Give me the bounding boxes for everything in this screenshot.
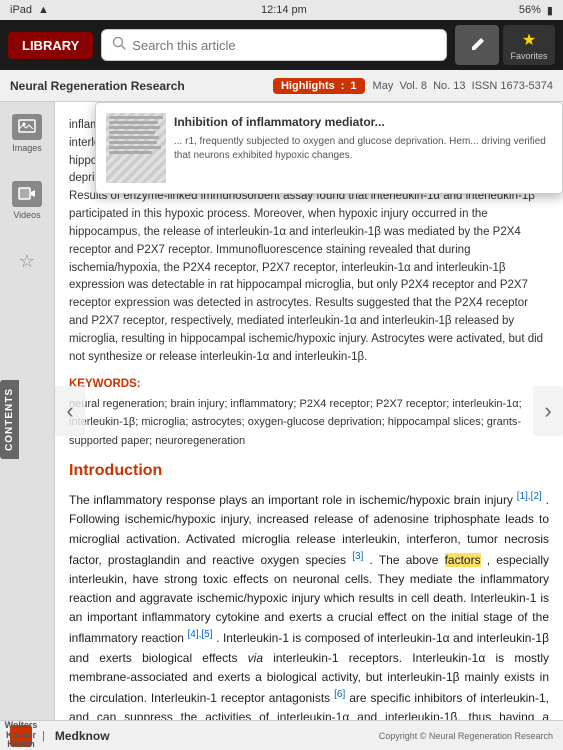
journal-meta: May Vol. 8 No. 13 ISSN 1673-5374: [373, 80, 553, 92]
journal-title: Neural Regeneration Research: [10, 79, 265, 93]
keywords-section: KEYWORDS: neural regeneration; brain inj…: [69, 374, 549, 449]
popup-title: Inhibition of inflammatory mediator...: [174, 113, 552, 131]
status-time: 12:14 pm: [261, 4, 307, 16]
top-bar: LIBRARY ★ Favorites: [0, 20, 563, 70]
cite-2[interactable]: [3]: [352, 551, 363, 562]
contents-tab[interactable]: CONTENTS: [0, 380, 19, 459]
intro-title: Introduction: [69, 459, 549, 483]
popup-body: ... r1, frequently subjected to oxygen a…: [174, 135, 552, 163]
sidebar-star-button[interactable]: ☆: [8, 244, 46, 278]
popup-card[interactable]: Inhibition of inflammatory mediator... .…: [95, 102, 563, 194]
popup-thumbnail: [106, 113, 166, 183]
highlights-badge[interactable]: Highlights : 1: [273, 78, 365, 94]
pencil-button[interactable]: [455, 25, 499, 65]
highlights-label: Highlights: [281, 80, 335, 92]
intro-text-1c: . The above: [370, 553, 439, 567]
favorites-button[interactable]: ★ Favorites: [503, 25, 555, 65]
nav-arrow-right[interactable]: ›: [533, 386, 563, 436]
sidebar-videos-button[interactable]: Videos: [8, 177, 46, 224]
search-input[interactable]: [132, 38, 436, 53]
videos-label: Videos: [13, 210, 40, 220]
bottom-bar: Wolters Kluwer Health | Medknow Copyrigh…: [0, 720, 563, 750]
journal-bar: Neural Regeneration Research Highlights …: [0, 70, 563, 102]
status-right: 56% ▮: [519, 4, 553, 17]
nav-arrow-left[interactable]: ‹: [55, 386, 85, 436]
search-bar-container: [101, 29, 447, 61]
status-left: iPad ▲: [10, 4, 49, 16]
cite-3[interactable]: [4],[5]: [188, 629, 213, 640]
left-sidebar: Images Videos ☆ CONTENTS: [0, 102, 55, 720]
images-label: Images: [12, 143, 42, 153]
main-area: Images Videos ☆ CONTENTS: [0, 102, 563, 720]
wk-line2: Health: [5, 740, 38, 750]
wifi-icon: ▲: [38, 4, 49, 16]
cite-1[interactable]: [1],[2]: [517, 491, 542, 502]
top-bar-actions: ★ Favorites: [455, 25, 555, 65]
wk-logo: Wolters Kluwer Health: [10, 725, 32, 747]
article-body: inflammatory reaction following ischemia…: [69, 112, 549, 720]
battery-label: 56%: [519, 4, 541, 16]
intro-paragraph-1: The inflammatory response plays an impor…: [69, 489, 549, 720]
star-icon: ★: [522, 30, 536, 50]
copyright-text: Copyright © Neural Regeneration Research: [379, 731, 553, 741]
popup-text-area: Inhibition of inflammatory mediator... .…: [174, 113, 552, 183]
keywords-text: neural regeneration; brain injury; infla…: [69, 398, 522, 447]
intro-via: via: [248, 651, 263, 665]
thumbnail-image: [106, 113, 166, 183]
contents-wrapper: CONTENTS: [0, 380, 19, 459]
bookmark-icon: ☆: [12, 248, 42, 274]
intro-highlight: factors: [445, 553, 481, 567]
library-button[interactable]: LIBRARY: [8, 32, 93, 59]
article-content[interactable]: Inhibition of inflammatory mediator... .…: [55, 102, 563, 720]
thumb-lines: [109, 116, 163, 156]
sidebar-images-button[interactable]: Images: [8, 110, 46, 157]
search-icon: [112, 36, 126, 55]
favorites-label: Favorites: [510, 51, 547, 61]
intro-text-1: The inflammatory response plays an impor…: [69, 493, 513, 507]
cite-4[interactable]: [6]: [334, 689, 345, 700]
bottom-logo: Wolters Kluwer Health | Medknow: [10, 725, 110, 747]
wk-line1: Wolters Kluwer: [5, 721, 38, 741]
medknow-label: Medknow: [55, 729, 110, 743]
status-bar: iPad ▲ 12:14 pm 56% ▮: [0, 0, 563, 20]
device-label: iPad: [10, 4, 32, 16]
videos-icon: [12, 181, 42, 207]
images-icon: [12, 114, 42, 140]
highlights-count: 1: [350, 80, 356, 92]
battery-icon: ▮: [547, 4, 553, 17]
